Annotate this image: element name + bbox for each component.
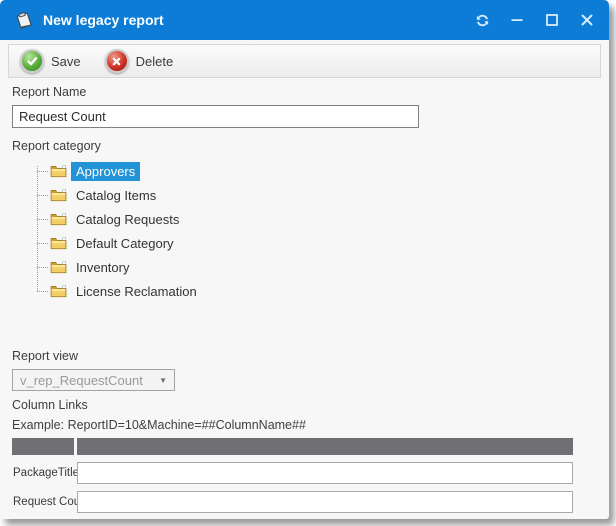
folder-icon — [50, 236, 67, 250]
folder-icon — [50, 284, 67, 298]
tree-item-label: Catalog Requests — [71, 210, 184, 229]
chevron-down-icon: ▼ — [159, 376, 167, 385]
window-title: New legacy report — [43, 12, 164, 28]
tree-item-label: Default Category — [71, 234, 179, 253]
tree-item[interactable]: License Reclamation — [33, 279, 601, 303]
report-view-value: v_rep_RequestCount — [20, 373, 143, 388]
column-links-label: Column Links — [12, 398, 601, 413]
report-view-label: Report view — [12, 349, 601, 364]
tree-connector-line — [37, 171, 48, 172]
column-link-row: Request Count — [12, 491, 573, 513]
report-name-input[interactable] — [12, 105, 419, 128]
folder-icon — [50, 212, 67, 226]
link-row-input[interactable] — [77, 491, 573, 513]
category-tree: Approvers Catalog Items Catalog Requests — [33, 159, 601, 349]
tree-connector-line — [37, 195, 48, 196]
header-cell-name — [12, 438, 74, 455]
save-button[interactable]: Save — [20, 49, 81, 73]
delete-button[interactable]: Delete — [105, 49, 174, 73]
save-check-icon — [20, 49, 44, 73]
tree-item[interactable]: Approvers — [33, 159, 601, 183]
folder-icon — [50, 188, 67, 202]
column-links-header — [12, 438, 573, 455]
dialog-body: Save Delete Report Name Report category … — [0, 40, 609, 517]
delete-button-label: Delete — [136, 54, 174, 69]
column-link-row: PackageTitle — [12, 462, 573, 484]
tree-connector-line — [37, 219, 48, 220]
delete-x-icon — [105, 49, 129, 73]
report-name-label: Report Name — [12, 85, 601, 100]
titlebar: New legacy report — [0, 0, 609, 40]
window-controls — [474, 12, 595, 28]
tree-connector-line — [37, 267, 48, 268]
tree-connector-line — [37, 243, 48, 244]
dialog-window: New legacy report — [0, 0, 609, 519]
tree-connector-line — [37, 291, 48, 292]
link-row-label: Request Count — [12, 496, 74, 508]
link-row-label: PackageTitle — [12, 467, 74, 479]
report-note-icon — [14, 11, 34, 30]
tree-item-label: Catalog Items — [71, 186, 161, 205]
report-view-dropdown[interactable]: v_rep_RequestCount ▼ — [12, 369, 175, 391]
folder-icon — [50, 164, 67, 178]
refresh-icon[interactable] — [474, 12, 490, 28]
tree-item[interactable]: Default Category — [33, 231, 601, 255]
tree-item-label: Inventory — [71, 258, 134, 277]
maximize-icon[interactable] — [544, 12, 560, 28]
save-button-label: Save — [51, 54, 81, 69]
header-cell-link — [77, 438, 573, 455]
column-links-example: Example: ReportID=10&Machine=##ColumnNam… — [12, 418, 601, 433]
column-links-table: PackageTitle Request Count — [12, 438, 573, 513]
link-row-input[interactable] — [77, 462, 573, 484]
folder-icon — [50, 260, 67, 274]
tree-item-label: License Reclamation — [71, 282, 202, 301]
toolbar: Save Delete — [8, 44, 601, 78]
report-category-label: Report category — [12, 139, 601, 154]
tree-item[interactable]: Catalog Items — [33, 183, 601, 207]
minimize-icon[interactable] — [509, 12, 525, 28]
tree-item[interactable]: Catalog Requests — [33, 207, 601, 231]
tree-item[interactable]: Inventory — [33, 255, 601, 279]
column-links-rows: PackageTitle Request Count — [12, 462, 573, 513]
close-icon[interactable] — [579, 12, 595, 28]
tree-item-label: Approvers — [71, 162, 140, 181]
